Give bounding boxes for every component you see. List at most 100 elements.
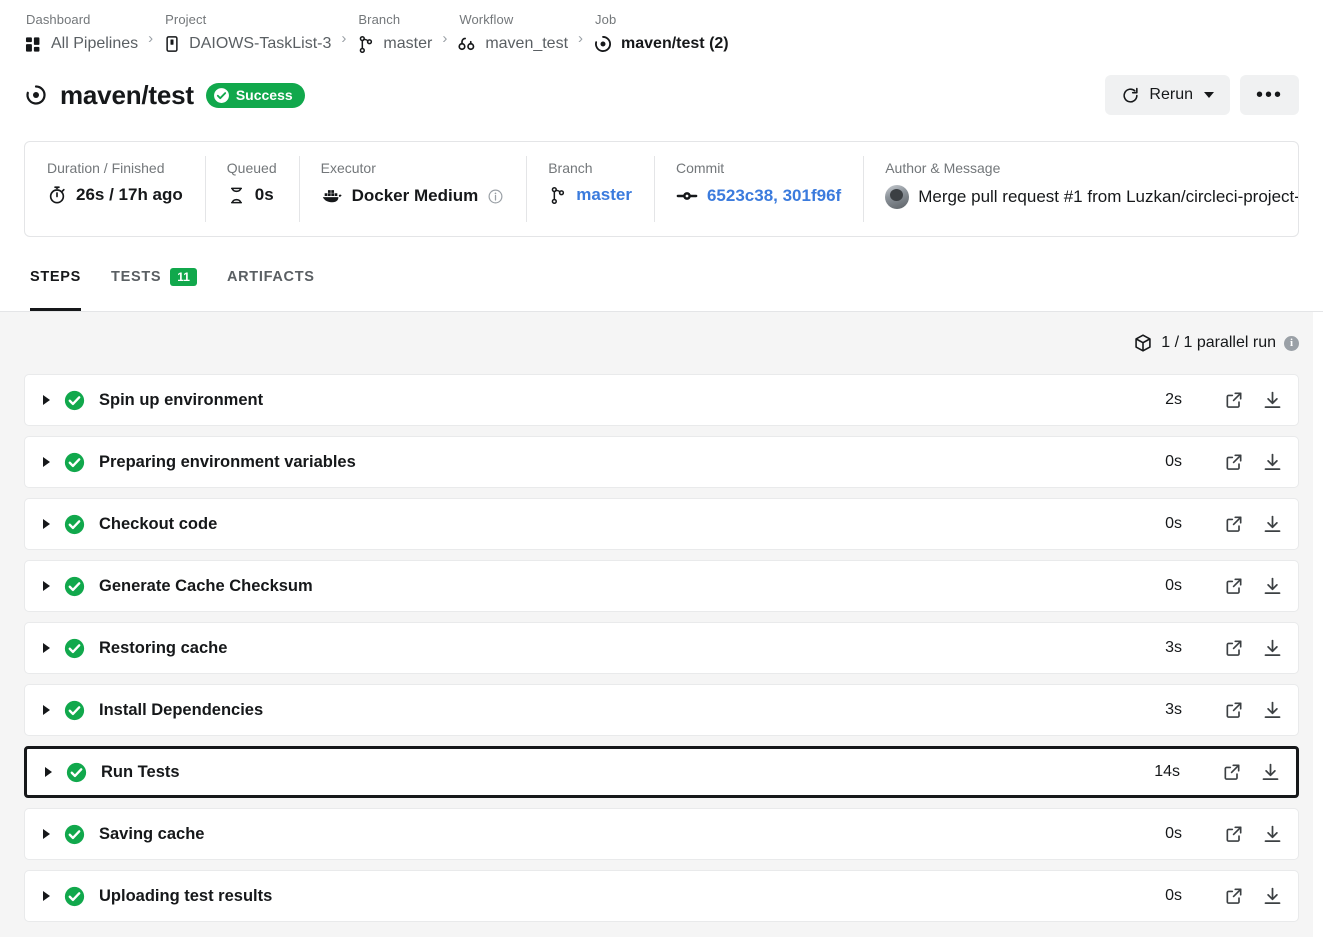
download-icon[interactable] <box>1260 884 1284 908</box>
check-circle-icon <box>64 824 85 845</box>
step-duration: 0s <box>1165 515 1182 532</box>
step-name: Uploading test results <box>99 886 273 905</box>
tab-label: ARTIFACTS <box>226 268 315 285</box>
step-row[interactable]: Run Tests 14s <box>24 746 1299 798</box>
check-circle-icon <box>213 86 230 104</box>
triangle-right-icon[interactable] <box>43 457 50 467</box>
triangle-right-icon[interactable] <box>43 519 50 529</box>
triangle-right-icon[interactable] <box>43 705 50 715</box>
triangle-right-icon[interactable] <box>43 395 50 405</box>
breadcrumb: Dashboard All Pipelines › Project DAIOWS-Tas… <box>24 0 1299 59</box>
rerun-button[interactable]: Rerun <box>1105 75 1230 115</box>
status-badge-label: Success <box>235 87 293 103</box>
steps-list: Spin up environment 2s Preparing environme… <box>24 374 1299 922</box>
info-circle-icon[interactable] <box>487 188 504 205</box>
breadcrumb-separator: › <box>578 30 584 47</box>
tab-artifacts[interactable]: ARTIFACTS <box>227 259 315 311</box>
step-duration: 14s <box>1154 763 1180 780</box>
external-link-icon[interactable] <box>1222 884 1246 908</box>
external-link-icon[interactable] <box>1222 698 1246 722</box>
step-name: Preparing environment variables <box>99 452 356 471</box>
tab-steps[interactable]: STEPS <box>30 259 82 311</box>
external-link-icon[interactable] <box>1220 760 1244 784</box>
step-row[interactable]: Preparing environment variables 0s <box>24 436 1299 488</box>
breadcrumb-label: Workflow <box>459 12 514 27</box>
check-circle-icon <box>64 576 85 597</box>
download-icon[interactable] <box>1258 760 1282 784</box>
step-row[interactable]: Saving cache 0s <box>24 808 1299 860</box>
download-icon[interactable] <box>1260 822 1284 846</box>
triangle-right-icon[interactable] <box>43 829 50 839</box>
scrollbar[interactable] <box>1313 312 1323 937</box>
breadcrumb-label: Job <box>595 12 617 27</box>
download-icon[interactable] <box>1260 636 1284 660</box>
step-row[interactable]: Restoring cache 3s <box>24 622 1299 674</box>
breadcrumb-item-maven-test[interactable]: Workflow maven_test <box>457 11 568 59</box>
tab-tests[interactable]: TESTS 11 <box>111 259 197 311</box>
download-icon[interactable] <box>1260 450 1284 474</box>
external-link-icon[interactable] <box>1222 388 1246 412</box>
download-icon[interactable] <box>1260 388 1284 412</box>
info-field-text[interactable]: master <box>576 185 632 205</box>
download-icon[interactable] <box>1260 698 1284 722</box>
breadcrumb-item-master[interactable]: Branch master <box>356 11 432 59</box>
step-name: Restoring cache <box>99 638 228 657</box>
info-circle-icon[interactable]: i <box>1284 335 1299 351</box>
job-info-panel: Duration / Finished 26s / 17h ago Queued 0s… <box>24 141 1299 237</box>
info-field-label: Author & Message <box>885 160 1001 176</box>
info-field-text[interactable]: 6523c38, 301f96f <box>707 186 841 206</box>
breadcrumb-text: DAIOWS-TaskList-3 <box>189 35 332 52</box>
info-field-label: Executor <box>320 160 376 176</box>
page-header: Dashboard All Pipelines › Project DAIOWS-Tas… <box>0 0 1323 311</box>
info-field-text: Merge pull request #1 from Luzkan/circle… <box>918 187 1298 206</box>
step-duration: 0s <box>1165 453 1182 470</box>
tab-label: TESTS <box>111 268 162 285</box>
info-field-label: Branch <box>548 160 593 176</box>
breadcrumb-item-all-pipelines[interactable]: Dashboard All Pipelines <box>24 11 138 59</box>
step-duration: 3s <box>1165 701 1182 718</box>
triangle-right-icon[interactable] <box>43 891 50 901</box>
breadcrumb-item-maven-test-2[interactable]: Job maven/test (2) <box>593 11 729 59</box>
status-badge: Success <box>205 82 305 108</box>
refresh-icon <box>1121 86 1140 105</box>
download-icon[interactable] <box>1260 512 1284 536</box>
breadcrumb-separator: › <box>148 30 154 47</box>
check-circle-icon <box>64 638 85 659</box>
breadcrumb-label: Project <box>165 12 207 27</box>
avatar <box>885 185 910 209</box>
step-row[interactable]: Install Dependencies 3s <box>24 684 1299 736</box>
step-duration: 0s <box>1165 577 1182 594</box>
download-icon[interactable] <box>1260 574 1284 598</box>
step-name: Saving cache <box>99 824 205 843</box>
job-icon <box>24 83 48 107</box>
rerun-label: Rerun <box>1149 86 1193 103</box>
triangle-right-icon[interactable] <box>43 643 50 653</box>
step-row[interactable]: Checkout code 0s <box>24 498 1299 550</box>
more-actions-button[interactable]: ••• <box>1239 75 1299 115</box>
step-name: Checkout code <box>99 514 218 533</box>
step-duration: 0s <box>1165 825 1182 842</box>
branch-icon <box>356 35 375 54</box>
breadcrumb-item-daiows-tasklist-3[interactable]: Project DAIOWS-TaskList-3 <box>163 11 331 59</box>
external-link-icon[interactable] <box>1222 450 1246 474</box>
commit-icon <box>676 185 698 207</box>
info-field-value: Merge pull request #1 from Luzkan/circle… <box>885 185 1298 209</box>
step-name: Spin up environment <box>99 390 264 409</box>
title-actions: Rerun ••• <box>1105 75 1299 115</box>
title-left: maven/test Success <box>24 80 305 111</box>
triangle-right-icon[interactable] <box>45 767 52 777</box>
step-row[interactable]: Generate Cache Checksum 0s <box>24 560 1299 612</box>
docker-icon <box>321 185 343 207</box>
grid-icon <box>24 35 43 54</box>
triangle-right-icon[interactable] <box>43 581 50 591</box>
external-link-icon[interactable] <box>1222 512 1246 536</box>
job-icon <box>593 34 613 54</box>
external-link-icon[interactable] <box>1222 574 1246 598</box>
step-row[interactable]: Spin up environment 2s <box>24 374 1299 426</box>
job-detail-page: Dashboard All Pipelines › Project DAIOWS-Tas… <box>0 0 1323 943</box>
step-row[interactable]: Uploading test results 0s <box>24 870 1299 922</box>
project-icon <box>163 35 181 53</box>
external-link-icon[interactable] <box>1222 822 1246 846</box>
check-circle-icon <box>64 514 85 535</box>
external-link-icon[interactable] <box>1222 636 1246 660</box>
